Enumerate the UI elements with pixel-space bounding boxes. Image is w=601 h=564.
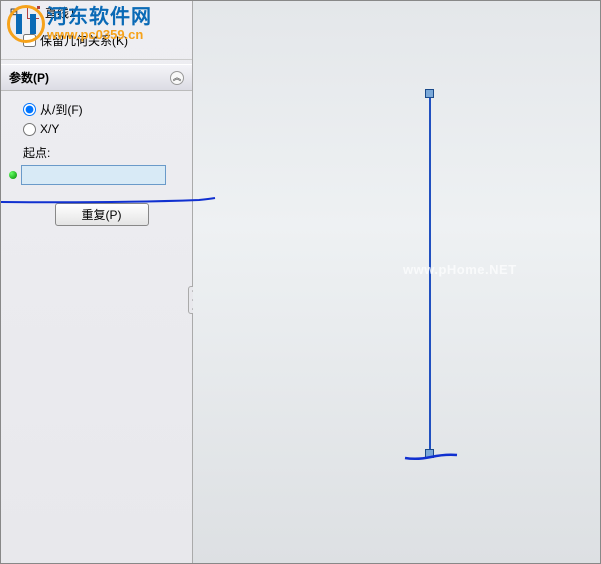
watermark-center: www.pHome.NET (403, 262, 517, 277)
tree-item-label: 直线1 (45, 4, 76, 21)
tree-item-line1[interactable]: ⊟ 直线1 (7, 3, 186, 22)
property-panel: ⊟ 直线1 保留几何关系(K) 参数(P) ︽ 从/到(F) (1, 1, 193, 563)
radio-xy[interactable] (23, 123, 36, 136)
feature-tree-section: ⊟ 直线1 保留几何关系(K) (1, 1, 192, 60)
line-sketch-icon (25, 5, 41, 21)
parameters-section: 参数(P) ︽ 从/到(F) X/Y 起点: 重复(P) (1, 64, 192, 252)
start-point-input-wrap (9, 165, 180, 185)
radio-from-to-label: 从/到(F) (40, 101, 83, 118)
keep-relations-checkbox[interactable] (23, 34, 36, 47)
parameters-body: 从/到(F) X/Y 起点: 重复(P) (1, 91, 192, 252)
point-indicator-icon (9, 171, 17, 179)
radio-from-to[interactable] (23, 103, 36, 116)
sketch-line[interactable] (429, 92, 431, 453)
line-endpoint-top[interactable] (425, 89, 434, 98)
radio-xy-row: X/Y (23, 120, 180, 138)
start-point-label: 起点: (23, 138, 180, 165)
repeat-button[interactable]: 重复(P) (55, 203, 149, 226)
collapse-chevron-icon[interactable]: ︽ (170, 71, 184, 85)
collapse-icon: ⊟ (7, 6, 21, 20)
radio-from-to-row: 从/到(F) (23, 99, 180, 120)
annotation-bottom-mark-icon (403, 451, 459, 461)
start-point-input[interactable] (21, 165, 166, 185)
keep-relations-row: 保留几何关系(K) (7, 28, 186, 53)
repeat-button-wrap: 重复(P) (23, 185, 180, 244)
graphics-viewport[interactable]: www.pHome.NET (193, 1, 600, 563)
keep-relations-label: 保留几何关系(K) (40, 32, 128, 49)
radio-xy-label: X/Y (40, 122, 59, 136)
app-window: ⊟ 直线1 保留几何关系(K) 参数(P) ︽ 从/到(F) (0, 0, 601, 564)
parameters-header[interactable]: 参数(P) ︽ (1, 64, 192, 91)
parameters-title: 参数(P) (9, 69, 49, 86)
